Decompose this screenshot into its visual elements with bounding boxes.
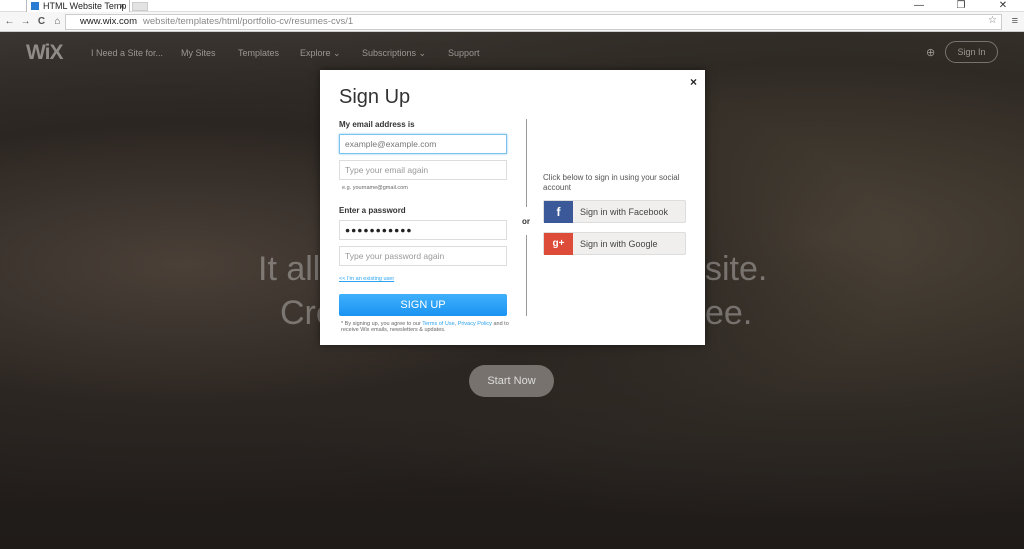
email-confirm-field[interactable]: Type your email again bbox=[339, 160, 507, 180]
nav-need-site[interactable]: I Need a Site for... bbox=[91, 48, 163, 58]
privacy-policy-link[interactable]: Privacy Policy bbox=[458, 321, 492, 327]
address-bar-row: ← → C ⌂ www.wix.com website/templates/htm… bbox=[0, 12, 1024, 32]
facebook-label: Sign in with Facebook bbox=[580, 207, 669, 217]
menu-icon[interactable]: ≡ bbox=[1012, 15, 1018, 27]
divider bbox=[526, 235, 527, 316]
tab-close-icon[interactable]: × bbox=[120, 0, 125, 12]
close-window-button[interactable]: ✕ bbox=[982, 0, 1024, 12]
tab-bar: HTML Website Temp × — ❐ ✕ bbox=[0, 0, 1024, 12]
email-hint: e.g. yourname@gmail.com bbox=[342, 185, 408, 191]
google-label: Sign in with Google bbox=[580, 239, 658, 249]
globe-icon[interactable]: ⊕ bbox=[926, 46, 935, 59]
or-label: or bbox=[522, 217, 530, 226]
url-domain: www.wix.com bbox=[80, 16, 138, 27]
nav-my-sites[interactable]: My Sites bbox=[181, 48, 216, 58]
password-confirm-field[interactable]: Type your password again bbox=[339, 246, 507, 266]
restore-button[interactable]: ❐ bbox=[940, 0, 982, 12]
sign-up-button[interactable]: SIGN UP bbox=[339, 294, 507, 316]
password-label: Enter a password bbox=[339, 206, 406, 215]
social-text: Click below to sign in using your social… bbox=[543, 173, 680, 192]
new-tab-button[interactable] bbox=[132, 2, 148, 11]
modal-title: Sign Up bbox=[339, 86, 411, 108]
divider bbox=[526, 119, 527, 207]
browser-tab[interactable]: HTML Website Temp × bbox=[26, 0, 130, 12]
window-controls: — ❐ ✕ bbox=[898, 0, 1024, 12]
facebook-icon: f bbox=[544, 201, 573, 223]
signup-modal: × Sign Up My email address is example@ex… bbox=[320, 70, 705, 345]
tab-title: HTML Website Temp bbox=[43, 1, 127, 11]
existing-user-link[interactable]: << I'm an existing user bbox=[339, 276, 394, 282]
nav-explore[interactable]: Explore ⌄ bbox=[300, 48, 341, 59]
google-plus-icon: g+ bbox=[544, 233, 573, 255]
password-field[interactable]: ●●●●●●●●●●● bbox=[339, 220, 507, 240]
reload-icon[interactable]: C bbox=[35, 16, 48, 27]
facebook-signin-button[interactable]: f Sign in with Facebook bbox=[543, 200, 686, 223]
email-label: My email address is bbox=[339, 120, 415, 129]
hero-text-fragment: site. bbox=[705, 250, 768, 288]
hero-text-fragment: It all bbox=[258, 250, 321, 288]
back-icon[interactable]: ← bbox=[3, 16, 16, 27]
nav-templates[interactable]: Templates bbox=[238, 48, 279, 58]
minimize-button[interactable]: — bbox=[898, 0, 940, 12]
terms-text: * By signing up, you agree to our Terms … bbox=[341, 321, 526, 333]
start-now-button[interactable]: Start Now bbox=[469, 365, 554, 397]
forward-icon[interactable]: → bbox=[19, 16, 32, 27]
nav-subscriptions[interactable]: Subscriptions ⌄ bbox=[362, 48, 426, 59]
google-signin-button[interactable]: g+ Sign in with Google bbox=[543, 232, 686, 255]
wix-logo[interactable]: WiX bbox=[26, 41, 63, 65]
url-input[interactable]: www.wix.com website/templates/html/portfo… bbox=[65, 14, 1002, 30]
wix-nav: WiX I Need a Site for... My Sites Templa… bbox=[0, 32, 1024, 72]
nav-support[interactable]: Support bbox=[448, 48, 480, 58]
hero-text-fragment: ee. bbox=[705, 294, 753, 332]
sign-in-button[interactable]: Sign In bbox=[945, 41, 998, 63]
email-field[interactable]: example@example.com bbox=[339, 134, 507, 154]
close-icon[interactable]: × bbox=[690, 75, 697, 89]
favicon-icon bbox=[31, 2, 39, 10]
url-path: website/templates/html/portfolio-cv/resu… bbox=[143, 16, 354, 27]
bookmark-star-icon[interactable]: ☆ bbox=[988, 15, 997, 26]
home-icon[interactable]: ⌂ bbox=[51, 16, 64, 27]
